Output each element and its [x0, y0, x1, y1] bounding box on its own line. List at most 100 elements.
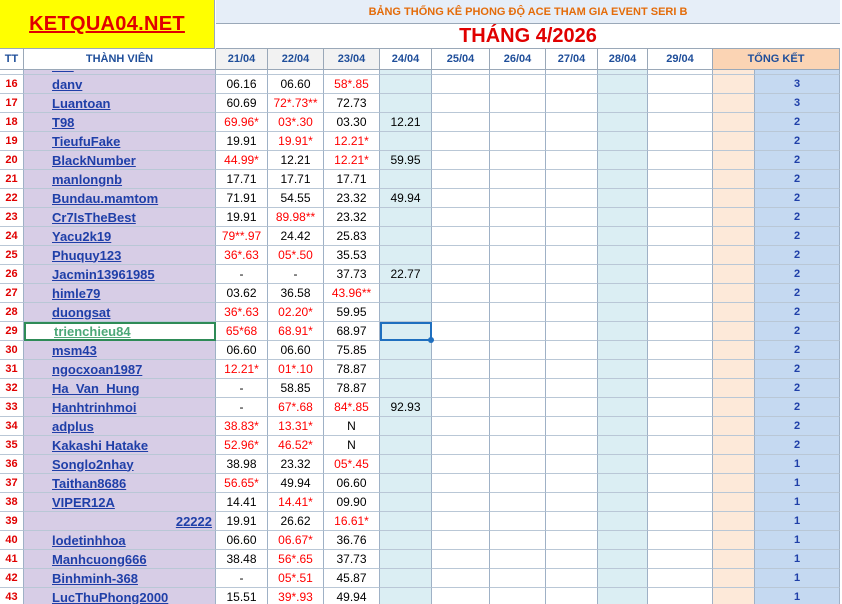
score-cell[interactable]: [546, 151, 598, 170]
score-cell[interactable]: [648, 417, 713, 436]
score-cell[interactable]: 89.98**: [268, 208, 324, 227]
score-cell[interactable]: 36.58: [268, 284, 324, 303]
score-cell[interactable]: [432, 398, 490, 417]
total-spacer-cell[interactable]: [713, 569, 755, 588]
score-cell[interactable]: [546, 379, 598, 398]
score-cell[interactable]: 03*.30: [268, 113, 324, 132]
score-cell[interactable]: 06.60: [324, 474, 380, 493]
score-cell[interactable]: 35.53: [324, 246, 380, 265]
score-cell[interactable]: 19.91: [216, 512, 268, 531]
score-cell[interactable]: 84*.85: [324, 398, 380, 417]
score-cell[interactable]: [598, 436, 648, 455]
score-cell[interactable]: [490, 189, 546, 208]
score-cell[interactable]: [490, 151, 546, 170]
score-cell[interactable]: [380, 208, 432, 227]
row-number[interactable]: 28: [0, 303, 24, 322]
column-header-date[interactable]: 25/04: [432, 49, 490, 70]
score-cell[interactable]: [432, 113, 490, 132]
score-cell[interactable]: [432, 493, 490, 512]
score-cell[interactable]: [432, 265, 490, 284]
score-cell[interactable]: 37.73: [324, 550, 380, 569]
score-cell[interactable]: [546, 303, 598, 322]
score-cell[interactable]: [490, 170, 546, 189]
total-spacer-cell[interactable]: [713, 341, 755, 360]
total-spacer-cell[interactable]: [713, 265, 755, 284]
member-name[interactable]: LucThuPhong2000: [24, 588, 216, 604]
score-cell[interactable]: [598, 151, 648, 170]
total-spacer-cell[interactable]: [713, 512, 755, 531]
score-cell[interactable]: [546, 569, 598, 588]
score-cell[interactable]: 12.21: [268, 151, 324, 170]
score-cell[interactable]: [598, 189, 648, 208]
score-cell[interactable]: [380, 588, 432, 604]
column-header-total[interactable]: TỔNG KẾT: [713, 49, 840, 70]
total-value[interactable]: 2: [755, 341, 840, 360]
score-cell[interactable]: [598, 512, 648, 531]
score-cell[interactable]: 23.32: [324, 189, 380, 208]
score-cell[interactable]: 26.62: [268, 512, 324, 531]
score-cell[interactable]: 69.96*: [216, 113, 268, 132]
score-cell[interactable]: [598, 493, 648, 512]
score-cell[interactable]: [490, 132, 546, 151]
score-cell[interactable]: N: [324, 417, 380, 436]
score-cell[interactable]: 54.55: [268, 189, 324, 208]
score-cell[interactable]: 39*.93: [268, 588, 324, 604]
total-value[interactable]: 3: [755, 75, 840, 94]
score-cell[interactable]: [598, 398, 648, 417]
row-number[interactable]: 43: [0, 588, 24, 604]
row-number[interactable]: 20: [0, 151, 24, 170]
score-cell[interactable]: 60.69: [216, 94, 268, 113]
score-cell[interactable]: 06.60: [268, 341, 324, 360]
score-cell[interactable]: 06.60: [216, 341, 268, 360]
score-cell[interactable]: [380, 474, 432, 493]
column-header-date[interactable]: 22/04: [268, 49, 324, 70]
score-cell[interactable]: [648, 341, 713, 360]
member-name[interactable]: duongsat: [24, 303, 216, 322]
total-value[interactable]: 2: [755, 189, 840, 208]
score-cell[interactable]: [380, 436, 432, 455]
total-spacer-cell[interactable]: [713, 531, 755, 550]
score-cell[interactable]: [648, 265, 713, 284]
score-cell[interactable]: [598, 322, 648, 341]
total-spacer-cell[interactable]: [713, 474, 755, 493]
score-cell[interactable]: 38.98: [216, 455, 268, 474]
score-cell[interactable]: 67*.68: [268, 398, 324, 417]
score-cell[interactable]: [598, 284, 648, 303]
score-cell[interactable]: 46.52*: [268, 436, 324, 455]
total-value[interactable]: 2: [755, 246, 840, 265]
score-cell[interactable]: [648, 75, 713, 94]
score-cell[interactable]: 68.97: [324, 322, 380, 341]
score-cell[interactable]: [490, 588, 546, 604]
score-cell[interactable]: 03.30: [324, 113, 380, 132]
score-cell[interactable]: [380, 531, 432, 550]
score-cell[interactable]: [432, 436, 490, 455]
total-value[interactable]: 2: [755, 303, 840, 322]
total-value[interactable]: 2: [755, 227, 840, 246]
score-cell[interactable]: [380, 379, 432, 398]
score-cell[interactable]: [490, 303, 546, 322]
score-cell[interactable]: 23.32: [324, 208, 380, 227]
score-cell[interactable]: 78.87: [324, 379, 380, 398]
score-cell[interactable]: [380, 246, 432, 265]
score-cell[interactable]: [432, 170, 490, 189]
score-cell[interactable]: 49.94: [268, 474, 324, 493]
total-spacer-cell[interactable]: [713, 322, 755, 341]
score-cell[interactable]: [648, 170, 713, 189]
member-name[interactable]: BlackNumber: [24, 151, 216, 170]
row-number[interactable]: 31: [0, 360, 24, 379]
member-name[interactable]: Luantoan: [24, 94, 216, 113]
score-cell[interactable]: [648, 398, 713, 417]
row-number[interactable]: 27: [0, 284, 24, 303]
score-cell[interactable]: [432, 75, 490, 94]
member-name[interactable]: Phuquy123: [24, 246, 216, 265]
score-cell[interactable]: [546, 75, 598, 94]
score-cell[interactable]: [598, 417, 648, 436]
score-cell[interactable]: [546, 588, 598, 604]
score-cell[interactable]: [598, 550, 648, 569]
row-number[interactable]: 29: [0, 322, 24, 341]
score-cell[interactable]: 25.83: [324, 227, 380, 246]
score-cell[interactable]: [648, 379, 713, 398]
score-cell[interactable]: 75.85: [324, 341, 380, 360]
score-cell[interactable]: [648, 246, 713, 265]
score-cell[interactable]: [648, 588, 713, 604]
